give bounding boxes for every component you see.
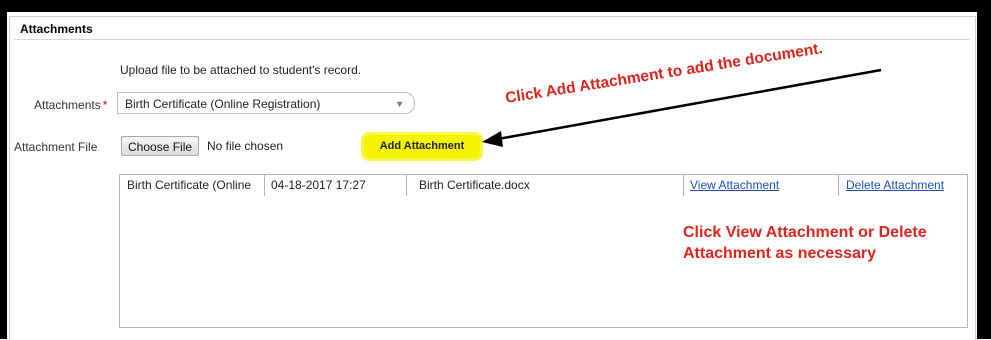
view-delete-callout-line2: Attachment as necessary [683,245,876,262]
attachment-type-cell: Birth Certificate (Online [120,175,265,196]
view-attachment-cell: View Attachment [684,175,839,196]
attachment-date-cell: 04-18-2017 17:27 [265,175,407,196]
section-title: Attachments [14,19,970,40]
table-row: Birth Certificate (Online 04-18-2017 17:… [120,175,969,196]
attachment-type-value: Birth Certificate (Online Registration) [125,97,321,111]
choose-file-button[interactable]: Choose File [121,136,200,156]
attachment-filename-cell: Birth Certificate.docx [407,175,684,196]
view-delete-callout-line1: Click View Attachment or Delete [683,224,927,241]
delete-attachment-link[interactable]: Delete Attachment [846,178,944,192]
attachments-label-text: Attachments [34,98,101,112]
view-attachment-link[interactable]: View Attachment [690,178,779,192]
attachments-label: Attachments * [34,98,107,112]
top-border [0,0,991,12]
right-border [977,0,991,339]
required-marker: * [102,98,108,112]
attachment-file-label: Attachment File [14,140,98,154]
chevron-down-icon: ▼ [395,99,404,109]
view-delete-callout: Click View Attachment or Delete Attachme… [683,222,927,264]
add-attachment-button[interactable]: Add Attachment [364,135,480,158]
upload-instruction: Upload file to be attached to student's … [120,63,362,77]
attachment-type-select[interactable]: Birth Certificate (Online Registration) … [117,92,415,114]
delete-attachment-cell: Delete Attachment [839,175,967,196]
no-file-chosen-text: No file chosen [207,139,284,153]
left-border [0,0,7,339]
